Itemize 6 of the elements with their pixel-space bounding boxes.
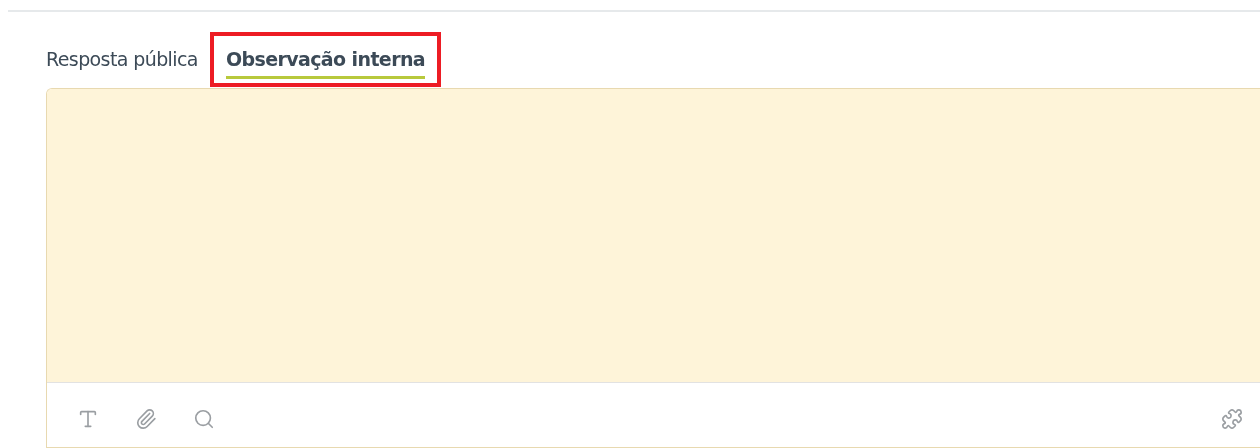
paperclip-icon[interactable]	[135, 408, 157, 431]
tab[interactable]: Resposta pública	[46, 48, 198, 79]
tab[interactable]: Observação interna	[225, 48, 426, 79]
search-icon[interactable]	[193, 408, 215, 431]
note-input-field[interactable]	[47, 89, 1260, 384]
puzzle-icon[interactable]	[1221, 408, 1243, 431]
